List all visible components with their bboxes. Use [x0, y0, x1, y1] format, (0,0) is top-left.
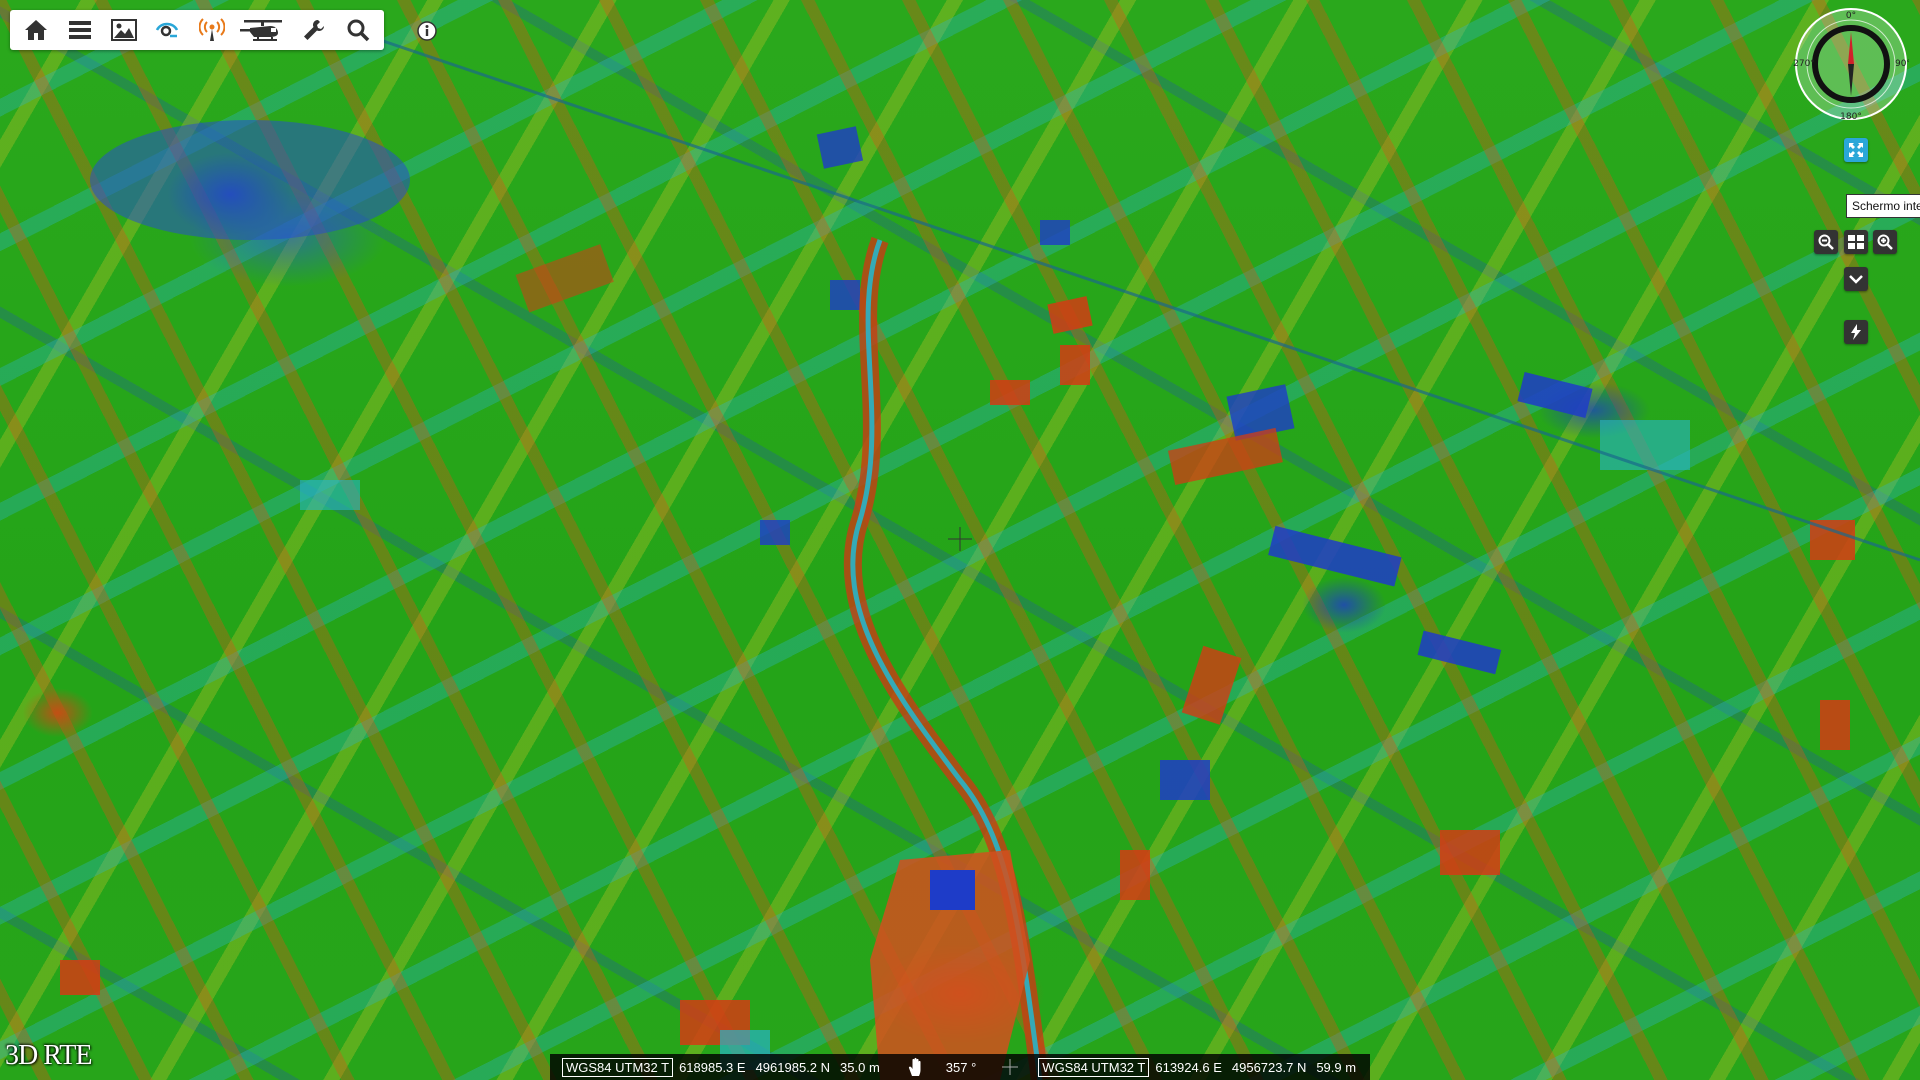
cursor-elevation: 35.0 m	[840, 1059, 880, 1075]
menu-icon	[69, 21, 91, 39]
compass-icon: 0° 90° 180° 270°	[1793, 8, 1911, 122]
compass-west-label: 270°	[1793, 59, 1815, 69]
wrench-icon	[304, 20, 324, 40]
status-bar: WGS84 UTM32 T 618985.3 E 4961985.2 N 35.…	[550, 1054, 1370, 1080]
home-button[interactable]	[14, 10, 58, 50]
view-button[interactable]	[146, 10, 190, 50]
camera-elevation: 59.9 m	[1316, 1059, 1357, 1075]
cursor-crs: WGS84 UTM32 T	[562, 1057, 674, 1077]
compass-north-label: 0°	[1846, 11, 1856, 21]
home-icon	[25, 20, 47, 40]
crosshair-icon	[948, 527, 972, 551]
camera-easting: 613924.6 E	[1155, 1059, 1222, 1075]
target-icon	[1000, 1057, 1020, 1077]
tools-button[interactable]	[292, 10, 336, 50]
cursor-easting: 618985.3 E	[679, 1059, 746, 1075]
image-icon	[111, 19, 137, 41]
pan-icon[interactable]	[906, 1057, 926, 1077]
expand-button[interactable]	[1844, 267, 1868, 291]
flight-button[interactable]	[234, 10, 292, 50]
chevron-down-icon	[1849, 275, 1863, 284]
zoom-in-icon	[1877, 234, 1893, 250]
main-toolbar	[10, 10, 384, 50]
lightning-button[interactable]	[1844, 320, 1868, 344]
tiles-button[interactable]	[1844, 230, 1868, 254]
compass-south-label: 180°	[1840, 112, 1862, 122]
zoom-out-button[interactable]	[1814, 230, 1838, 254]
camera-crs: WGS84 UTM32 T	[1038, 1057, 1150, 1077]
zoom-out-icon	[1818, 234, 1834, 250]
compass-east-label: 90°	[1895, 59, 1909, 69]
railway	[379, 38, 1920, 562]
grid-icon	[1848, 235, 1864, 249]
image-layers-button[interactable]	[102, 10, 146, 50]
town-area	[90, 120, 410, 240]
menu-button[interactable]	[58, 10, 102, 50]
info-icon	[417, 21, 437, 41]
fullscreen-icon	[1849, 143, 1863, 157]
app-brand: 3D RTE	[5, 1040, 92, 1071]
water-basin	[930, 870, 975, 910]
info-button[interactable]	[416, 20, 438, 42]
signal-icon	[199, 18, 225, 41]
cursor-northing: 4961985.2 N	[755, 1059, 831, 1075]
camera-northing: 4956723.7 N	[1231, 1059, 1307, 1075]
fullscreen-button[interactable]	[1844, 138, 1868, 162]
signal-button[interactable]	[190, 10, 234, 50]
camera-heading: 357 °	[945, 1059, 977, 1075]
eye-icon	[155, 22, 179, 38]
fullscreen-tooltip: Schermo intero	[1846, 194, 1920, 218]
lightning-icon	[1851, 324, 1861, 340]
compass[interactable]: 0° 90° 180° 270°	[1793, 6, 1911, 122]
search-button[interactable]	[336, 10, 380, 50]
search-icon	[347, 19, 370, 42]
zoom-in-button[interactable]	[1873, 230, 1897, 254]
helicopter-icon	[240, 20, 282, 41]
